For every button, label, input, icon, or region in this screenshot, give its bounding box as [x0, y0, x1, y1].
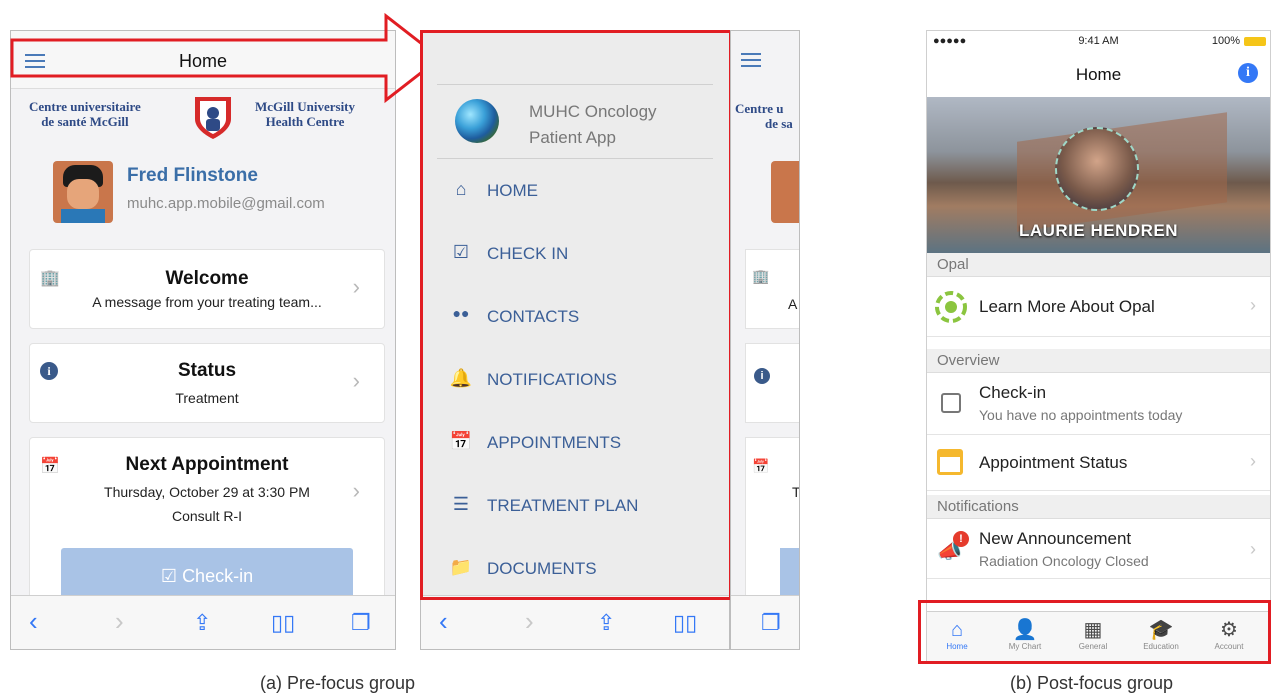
page-title: Home	[1075, 65, 1122, 84]
status-bar: ●●●●● 9:41 AM 100%	[927, 31, 1270, 51]
forward-icon[interactable]: ›	[525, 606, 534, 637]
calendar-icon	[937, 449, 963, 475]
checkbox-icon[interactable]	[941, 393, 961, 413]
browser-toolbar: ‹ › ⇪ ▯▯	[421, 595, 729, 649]
back-icon[interactable]: ‹	[29, 606, 38, 637]
checkbox-icon: ☑	[160, 566, 178, 586]
notification-badge: !	[953, 531, 969, 547]
info-icon: i	[754, 368, 770, 384]
chevron-right-icon: ›	[352, 368, 360, 393]
chevron-right-icon: ›	[352, 274, 360, 299]
bookmarks-icon[interactable]: ▯▯	[673, 610, 697, 636]
list-item-check-in[interactable]: Check-in You have no appointments today	[927, 373, 1270, 435]
tabs-icon[interactable]: ❐	[351, 610, 371, 636]
caption-post-focus: (b) Post-focus group	[1010, 673, 1174, 693]
list-item-appointment-status[interactable]: Appointment Status ›	[927, 435, 1270, 491]
profile-hero: LAURIE HENDREN	[927, 97, 1270, 253]
pre-focus-home-screen: Home Centre universitaire de santé McGill…	[10, 30, 396, 650]
calendar-icon: 📅	[752, 458, 770, 474]
welcome-card[interactable]: 🏢 Welcome A message from your treating t…	[29, 249, 385, 329]
transition-arrow	[10, 12, 443, 104]
opal-target-icon	[935, 291, 967, 323]
chevron-right-icon: ›	[1250, 295, 1256, 315]
browser-toolbar: ‹ › ⇪ ▯▯ ❐	[11, 595, 395, 649]
section-header-opal: Opal	[927, 253, 1270, 277]
building-icon: 🏢	[752, 268, 770, 284]
chevron-right-icon: ›	[1250, 539, 1256, 559]
menu-highlight-box	[420, 30, 732, 600]
avatar	[1055, 127, 1139, 211]
status-card[interactable]: i	[745, 343, 799, 423]
chevron-right-icon: ›	[352, 478, 360, 503]
hamburger-menu-icon[interactable]	[741, 53, 761, 67]
list-item-announcement[interactable]: 📣 ! New Announcement Radiation Oncology …	[927, 519, 1270, 579]
hero-name: LAURIE HENDREN	[1018, 221, 1179, 240]
forward-icon[interactable]: ›	[115, 606, 124, 637]
tabbar-highlight-box	[918, 600, 1271, 664]
profile-email: muhc.app.mobile@gmail.com	[127, 195, 325, 212]
battery-icon	[1244, 37, 1266, 46]
welcome-card[interactable]: 🏢 A m	[745, 249, 799, 329]
share-icon[interactable]: ⇪	[193, 610, 211, 636]
partial-home-screen: Centre ude sa 🏢 A m i 📅 Th ❐	[730, 30, 800, 650]
post-focus-home-screen: ●●●●● 9:41 AM 100% Home i LAURIE HENDREN…	[926, 30, 1271, 662]
user-profile: Fred Flinstone muhc.app.mobile@gmail.com	[53, 161, 383, 226]
status-card[interactable]: i Status Treatment ›	[29, 343, 385, 423]
avatar	[53, 161, 113, 223]
list-item-learn-more[interactable]: Learn More About Opal ›	[927, 277, 1270, 337]
info-icon[interactable]: i	[1238, 63, 1258, 83]
profile-name: Fred Flinstone	[127, 165, 258, 186]
section-header-overview: Overview	[927, 349, 1270, 373]
caption-pre-focus: (a) Pre-focus group	[260, 673, 416, 693]
share-icon[interactable]: ⇪	[597, 610, 615, 636]
section-header-notifications: Notifications	[927, 495, 1270, 519]
tabs-icon[interactable]: ❐	[761, 610, 781, 636]
browser-toolbar: ❐	[731, 595, 799, 649]
avatar	[771, 161, 799, 223]
back-icon[interactable]: ‹	[439, 606, 448, 637]
chevron-right-icon: ›	[1250, 451, 1256, 471]
bookmarks-icon[interactable]: ▯▯	[271, 610, 295, 636]
